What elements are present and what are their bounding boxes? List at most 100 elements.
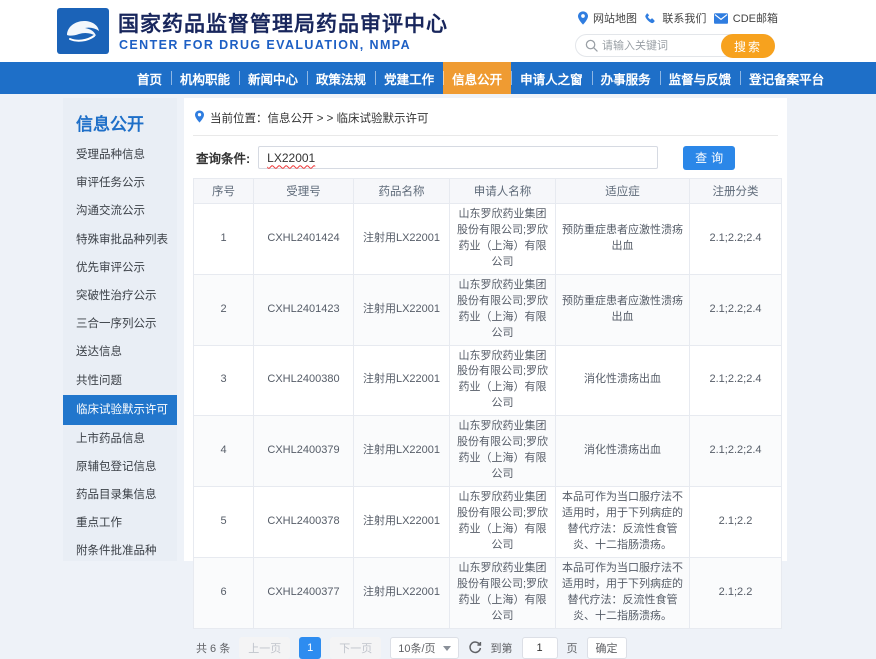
query-button[interactable]: 查询 <box>683 146 735 170</box>
site-search-button[interactable]: 搜索 <box>721 34 775 58</box>
table-cell: 注射用LX22001 <box>354 204 450 275</box>
current-page-button[interactable]: 1 <box>299 637 321 659</box>
nav-item-政策法规[interactable]: 政策法规 <box>307 62 375 94</box>
sidebar-item-上市药品信息[interactable]: 上市药品信息 <box>63 425 177 453</box>
table-cell: 2 <box>194 274 254 345</box>
table-cell: 2.1;2.2;2.4 <box>690 345 782 416</box>
goto-page-unit: 页 <box>567 640 578 656</box>
query-label: 查询条件: <box>196 148 250 167</box>
table-cell: 5 <box>194 487 254 558</box>
table-cell: 山东罗欣药业集团股份有限公司;罗欣药业（上海）有限公司 <box>450 487 556 558</box>
refresh-icon[interactable] <box>468 641 482 655</box>
table-cell: 4 <box>194 416 254 487</box>
sidebar-list: 受理品种信息审评任务公示沟通交流公示特殊审批品种列表优先审评公示突破性治疗公示三… <box>63 141 177 566</box>
query-input-value: LX22001 <box>267 151 315 165</box>
sidebar-item-重点工作[interactable]: 重点工作 <box>63 509 177 537</box>
table-cell: 注射用LX22001 <box>354 416 450 487</box>
query-input[interactable]: LX22001 <box>258 146 658 169</box>
page-size-value: 10条/页 <box>398 640 435 656</box>
column-header-申请人名称: 申请人名称 <box>450 179 556 204</box>
table-cell: 注射用LX22001 <box>354 558 450 629</box>
table-cell: 2.1;2.2;2.4 <box>690 274 782 345</box>
sidebar-title: 信息公开 <box>63 98 177 141</box>
table-cell: CXHL2400379 <box>254 416 354 487</box>
sidebar-item-审评任务公示[interactable]: 审评任务公示 <box>63 169 177 197</box>
prev-page-button[interactable]: 上一页 <box>239 637 290 659</box>
column-header-注册分类: 注册分类 <box>690 179 782 204</box>
next-page-button[interactable]: 下一页 <box>330 637 381 659</box>
site-header: 国家药品监督管理局药品审评中心 CENTER FOR DRUG EVALUATI… <box>0 0 876 62</box>
nav-item-新闻中心[interactable]: 新闻中心 <box>239 62 307 94</box>
sidebar-item-突破性治疗公示[interactable]: 突破性治疗公示 <box>63 282 177 310</box>
site-search-bar: 搜索 <box>575 34 775 57</box>
cde-mail-link[interactable]: CDE邮箱 <box>714 10 778 26</box>
page-size-select[interactable]: 10条/页 <box>390 637 458 659</box>
sidebar-item-送达信息[interactable]: 送达信息 <box>63 338 177 366</box>
search-icon <box>585 39 598 57</box>
table-cell: 注射用LX22001 <box>354 274 450 345</box>
pagination-total: 共 6 条 <box>196 640 230 656</box>
column-header-适应症: 适应症 <box>556 179 690 204</box>
header-quick-links: 网站地图 联系我们 CDE邮箱 <box>578 10 778 26</box>
table-cell: 山东罗欣药业集团股份有限公司;罗欣药业（上海）有限公司 <box>450 558 556 629</box>
table-cell: CXHL2401424 <box>254 204 354 275</box>
sidebar: 信息公开 受理品种信息审评任务公示沟通交流公示特殊审批品种列表优先审评公示突破性… <box>63 98 177 561</box>
sidebar-item-原辅包登记信息[interactable]: 原辅包登记信息 <box>63 453 177 481</box>
table-row: 1CXHL2401424注射用LX22001山东罗欣药业集团股份有限公司;罗欣药… <box>194 204 782 275</box>
contact-link-label: 联系我们 <box>662 10 706 26</box>
table-cell: CXHL2400377 <box>254 558 354 629</box>
chevron-down-icon <box>443 646 451 651</box>
column-header-受理号: 受理号 <box>254 179 354 204</box>
sidebar-item-受理品种信息[interactable]: 受理品种信息 <box>63 141 177 169</box>
location-pin-icon <box>195 110 204 126</box>
table-body: 1CXHL2401424注射用LX22001山东罗欣药业集团股份有限公司;罗欣药… <box>194 204 782 629</box>
goto-page-input[interactable] <box>522 637 558 659</box>
breadcrumb-divider <box>193 135 778 136</box>
nav-item-登记备案平台[interactable]: 登记备案平台 <box>740 62 833 94</box>
site-title: 国家药品监督管理局药品审评中心 <box>118 8 448 38</box>
sidebar-item-药品目录集信息[interactable]: 药品目录集信息 <box>63 481 177 509</box>
sidebar-item-沟通交流公示[interactable]: 沟通交流公示 <box>63 197 177 225</box>
nav-item-信息公开[interactable]: 信息公开 <box>443 62 511 94</box>
query-form: 查询条件: LX22001 查询 <box>193 145 778 170</box>
sidebar-item-附条件批准品种[interactable]: 附条件批准品种 <box>63 537 177 565</box>
table-cell: 山东罗欣药业集团股份有限公司;罗欣药业（上海）有限公司 <box>450 345 556 416</box>
results-table: 序号受理号药品名称申请人名称适应症注册分类 1CXHL2401424注射用LX2… <box>193 178 782 629</box>
main-nav: 首页机构职能新闻中心政策法规党建工作信息公开申请人之窗办事服务监督与反馈登记备案… <box>0 62 876 94</box>
sidebar-item-共性问题[interactable]: 共性问题 <box>63 367 177 395</box>
table-cell: 山东罗欣药业集团股份有限公司;罗欣药业（上海）有限公司 <box>450 416 556 487</box>
table-row: 4CXHL2400379注射用LX22001山东罗欣药业集团股份有限公司;罗欣药… <box>194 416 782 487</box>
goto-confirm-button[interactable]: 确定 <box>587 637 627 659</box>
table-cell: 注射用LX22001 <box>354 345 450 416</box>
table-row: 5CXHL2400378注射用LX22001山东罗欣药业集团股份有限公司;罗欣药… <box>194 487 782 558</box>
site-search-input[interactable] <box>602 36 712 55</box>
nav-item-办事服务[interactable]: 办事服务 <box>592 62 660 94</box>
table-row: 2CXHL2401423注射用LX22001山东罗欣药业集团股份有限公司;罗欣药… <box>194 274 782 345</box>
table-cell: 3 <box>194 345 254 416</box>
sidebar-item-三合一序列公示[interactable]: 三合一序列公示 <box>63 310 177 338</box>
column-header-药品名称: 药品名称 <box>354 179 450 204</box>
mail-icon <box>714 13 728 24</box>
contact-link[interactable]: 联系我们 <box>644 10 706 26</box>
table-cell: 山东罗欣药业集团股份有限公司;罗欣药业（上海）有限公司 <box>450 204 556 275</box>
nav-item-首页[interactable]: 首页 <box>128 62 171 94</box>
main-content: 当前位置：信息公开 > > 临床试验默示许可 查询条件: LX22001 查询 … <box>184 98 787 561</box>
column-header-序号: 序号 <box>194 179 254 204</box>
nav-item-机构职能[interactable]: 机构职能 <box>171 62 239 94</box>
sidebar-item-特殊审批品种列表[interactable]: 特殊审批品种列表 <box>63 226 177 254</box>
table-row: 3CXHL2400380注射用LX22001山东罗欣药业集团股份有限公司;罗欣药… <box>194 345 782 416</box>
sidebar-item-优先审评公示[interactable]: 优先审评公示 <box>63 254 177 282</box>
nav-item-监督与反馈[interactable]: 监督与反馈 <box>660 62 741 94</box>
cde-logo-icon[interactable] <box>57 8 109 54</box>
table-cell: 6 <box>194 558 254 629</box>
nav-item-申请人之窗[interactable]: 申请人之窗 <box>511 62 592 94</box>
pagination: 共 6 条 上一页 1 下一页 10条/页 到第 页 确定 <box>196 637 778 659</box>
sitemap-link[interactable]: 网站地图 <box>578 10 637 26</box>
sitemap-link-label: 网站地图 <box>593 10 637 26</box>
table-cell: 本品可作为当口服疗法不适用时，用于下列病症的替代疗法：反流性食管炎、十二指肠溃疡… <box>556 487 690 558</box>
sidebar-item-临床试验默示许可[interactable]: 临床试验默示许可 <box>63 395 177 425</box>
nav-item-党建工作[interactable]: 党建工作 <box>375 62 443 94</box>
table-cell: 2.1;2.2 <box>690 487 782 558</box>
table-cell: CXHL2400378 <box>254 487 354 558</box>
table-row: 6CXHL2400377注射用LX22001山东罗欣药业集团股份有限公司;罗欣药… <box>194 558 782 629</box>
